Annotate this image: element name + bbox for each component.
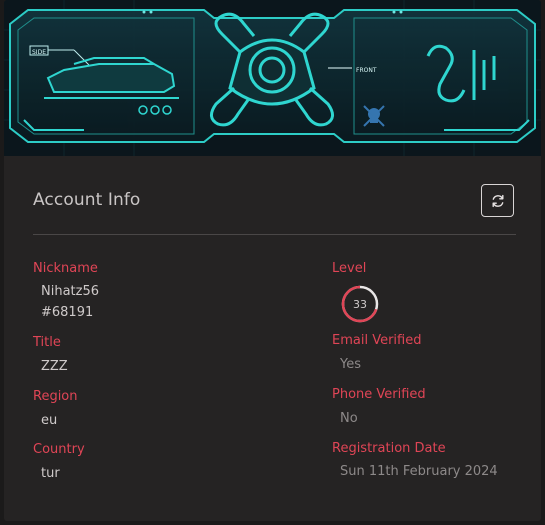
registration-date-value: Sun 11th February 2024 — [340, 464, 498, 479]
level-value: 33 — [353, 297, 367, 311]
profile-banner: SIDE FRONT — [4, 0, 541, 156]
header-divider — [33, 234, 516, 235]
level-label: Level — [332, 261, 367, 276]
title-value: ZZZ — [41, 359, 68, 374]
nickname-tag: #68191 — [41, 305, 94, 320]
phone-verified-label: Phone Verified — [332, 387, 426, 402]
region-label: Region — [33, 389, 78, 404]
title-label: Title — [33, 335, 61, 350]
front-label: FRONT — [356, 67, 377, 74]
registration-date-label: Registration Date — [332, 441, 446, 456]
level-badge: 33 — [340, 284, 380, 324]
side-label: SIDE — [32, 49, 46, 56]
country-label: Country — [33, 442, 85, 457]
section-title: Account Info — [33, 190, 141, 210]
nickname-label: Nickname — [33, 261, 98, 276]
phone-verified-value: No — [340, 411, 358, 426]
refresh-icon — [492, 194, 503, 207]
banner-artwork: SIDE FRONT — [4, 0, 541, 156]
country-value: tur — [41, 466, 60, 481]
account-info-section: Account Info Nickname Nihatz56 #68191 Ti… — [4, 156, 541, 521]
email-verified-label: Email Verified — [332, 333, 422, 348]
region-value: eu — [41, 413, 58, 428]
nickname-value: Nihatz56 — [41, 284, 100, 299]
refresh-button[interactable] — [481, 184, 514, 217]
account-card: SIDE FRONT Account Info Nickname Nihatz5… — [4, 0, 541, 521]
email-verified-value: Yes — [340, 357, 361, 372]
